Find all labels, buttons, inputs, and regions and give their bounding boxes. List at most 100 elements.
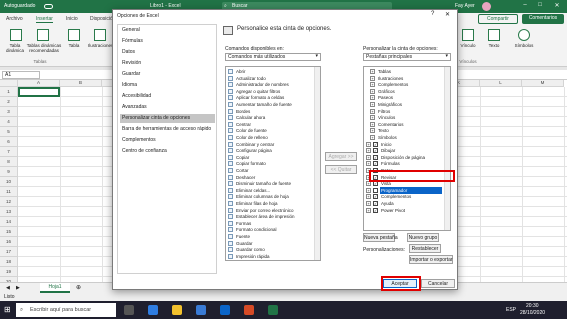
command-item[interactable]: Cortar <box>236 168 249 174</box>
tree-item[interactable]: Complementos <box>381 194 411 200</box>
row-header[interactable]: 9 <box>0 167 18 177</box>
tab-checkbox[interactable] <box>373 187 378 193</box>
row-header[interactable]: 3 <box>0 107 18 117</box>
illustrations-icon[interactable] <box>94 29 106 41</box>
nav-item[interactable]: Revisión <box>120 59 215 68</box>
row-header[interactable]: 10 <box>0 177 18 187</box>
customize-select[interactable]: Pestañas principales <box>363 53 451 61</box>
command-item[interactable]: Configurar página <box>236 148 272 154</box>
command-item[interactable]: Bordes <box>236 109 250 115</box>
tab-checkbox[interactable]: ✓ <box>373 141 378 147</box>
commands-select[interactable]: Comandos más utilizados <box>225 53 321 61</box>
command-item[interactable]: Actualizar todo <box>236 76 266 82</box>
tab-checkbox[interactable]: ✓ <box>373 201 378 206</box>
nav-item[interactable]: Idioma <box>120 81 215 90</box>
tab-archivo[interactable]: Archivo <box>6 16 23 22</box>
expand-icon[interactable]: + <box>370 102 375 107</box>
nav-item[interactable]: Avanzadas <box>120 103 215 112</box>
import-export-button[interactable]: Importar o exportar <box>409 255 453 264</box>
tree-subitem[interactable]: Texto <box>378 128 389 134</box>
command-item[interactable]: Copiar <box>236 155 249 161</box>
row-header[interactable]: 8 <box>0 157 18 167</box>
comments-button[interactable]: Comentarios <box>522 14 564 24</box>
column-header[interactable]: L <box>480 80 522 87</box>
command-item[interactable]: Formas <box>236 221 251 227</box>
command-item[interactable]: Formato condicional <box>236 227 277 233</box>
expand-icon[interactable]: + <box>366 148 371 154</box>
recommended-pivot-icon[interactable] <box>37 29 49 41</box>
text-icon[interactable] <box>488 29 500 41</box>
row-header[interactable]: 5 <box>0 127 18 137</box>
tab-checkbox[interactable]: ✓ <box>373 161 378 167</box>
row-header[interactable]: 13 <box>0 207 18 217</box>
next-sheet-icon[interactable]: ▶ <box>16 285 20 291</box>
expand-icon[interactable]: + <box>370 121 375 127</box>
tab-disposicion[interactable]: Disposició <box>90 16 113 22</box>
column-header[interactable]: A <box>18 80 60 87</box>
nav-item[interactable]: Barra de herramientas de acceso rápido <box>120 125 215 134</box>
tree-item[interactable]: Fórmulas <box>381 161 400 167</box>
command-item[interactable]: Guardar <box>236 241 253 247</box>
nav-item[interactable]: Accesibilidad <box>120 92 215 101</box>
tree-item[interactable]: Power Pivot <box>381 208 405 214</box>
row-header[interactable]: 4 <box>0 117 18 127</box>
tree-subitem[interactable]: Símbolos <box>378 135 397 141</box>
tree-subitem[interactable]: Complementos <box>378 82 408 88</box>
expand-icon[interactable]: + <box>370 69 375 74</box>
command-item[interactable]: Color de fuente <box>236 128 267 134</box>
store-icon[interactable] <box>196 305 206 315</box>
column-header[interactable]: B <box>60 80 102 87</box>
command-item[interactable]: Abrir <box>236 69 246 75</box>
tree-item[interactable]: Disposición de página <box>381 155 425 161</box>
cancel-button[interactable]: Cancelar <box>421 279 455 288</box>
command-item[interactable]: Agregar o quitar filtros <box>236 89 280 95</box>
name-box[interactable]: A1 <box>2 71 40 79</box>
close-window-icon[interactable]: ✕ <box>552 2 562 11</box>
expand-icon[interactable]: + <box>366 161 371 167</box>
prev-sheet-icon[interactable]: ◀ <box>6 285 10 291</box>
nav-item[interactable]: Centro de confianza <box>120 147 215 156</box>
nav-item[interactable]: General <box>120 26 215 35</box>
row-header[interactable]: 14 <box>0 217 18 227</box>
tree-subitem[interactable]: Filtros <box>378 109 390 115</box>
select-all-corner[interactable] <box>0 80 18 87</box>
command-item[interactable]: Calcular ahora <box>236 115 265 121</box>
expand-icon[interactable]: + <box>370 128 375 134</box>
row-header[interactable]: 7 <box>0 147 18 157</box>
expand-icon[interactable]: + <box>370 82 375 88</box>
expand-icon[interactable]: + <box>370 115 375 121</box>
tree-subitem[interactable]: Ilustraciones <box>378 76 403 82</box>
excel-taskbar-icon[interactable] <box>268 305 278 315</box>
ribbon-tree[interactable]: + Tablas + Ilustraciones + Complementos + Gráfi… <box>363 66 451 231</box>
column-header[interactable]: M <box>522 80 564 87</box>
row-header[interactable]: 17 <box>0 247 18 257</box>
link-icon[interactable] <box>462 29 474 41</box>
command-item[interactable]: Combinar y centrar <box>236 142 274 148</box>
windows-icon[interactable]: ⊞ <box>4 305 11 314</box>
omega-icon[interactable] <box>518 29 530 41</box>
tree-item[interactable]: Dibujar <box>381 148 395 154</box>
edge-icon[interactable] <box>148 305 158 315</box>
add-sheet-icon[interactable]: ⊕ <box>76 284 81 291</box>
taskbar-search[interactable]: ⌕ Escribir aquí para buscar <box>16 303 116 317</box>
tree-subitem[interactable]: Comentarios <box>378 122 404 128</box>
expand-icon[interactable]: + <box>370 108 375 114</box>
expand-icon[interactable]: + <box>366 187 371 193</box>
row-header[interactable]: 1 <box>0 87 18 97</box>
sheet-tab[interactable]: Hoja1 <box>40 283 70 293</box>
tab-insertar[interactable]: Insertar <box>36 16 53 23</box>
pivot-table-icon[interactable] <box>10 29 22 41</box>
tab-inicio[interactable]: Inicio <box>66 16 78 22</box>
tree-subitem[interactable]: Tablas <box>378 69 391 75</box>
command-item[interactable]: Fuente <box>236 234 250 240</box>
expand-icon[interactable]: + <box>366 207 371 213</box>
help-icon[interactable]: ? <box>431 11 434 17</box>
expand-icon[interactable]: + <box>366 154 371 160</box>
active-cell[interactable] <box>18 87 60 97</box>
row-header[interactable]: 6 <box>0 137 18 147</box>
nav-item[interactable]: Complementos <box>120 136 215 145</box>
expand-icon[interactable]: + <box>366 141 371 147</box>
command-item[interactable]: Guardar como <box>236 247 265 253</box>
share-button[interactable]: Compartir <box>478 14 518 24</box>
row-header[interactable]: 2 <box>0 97 18 107</box>
